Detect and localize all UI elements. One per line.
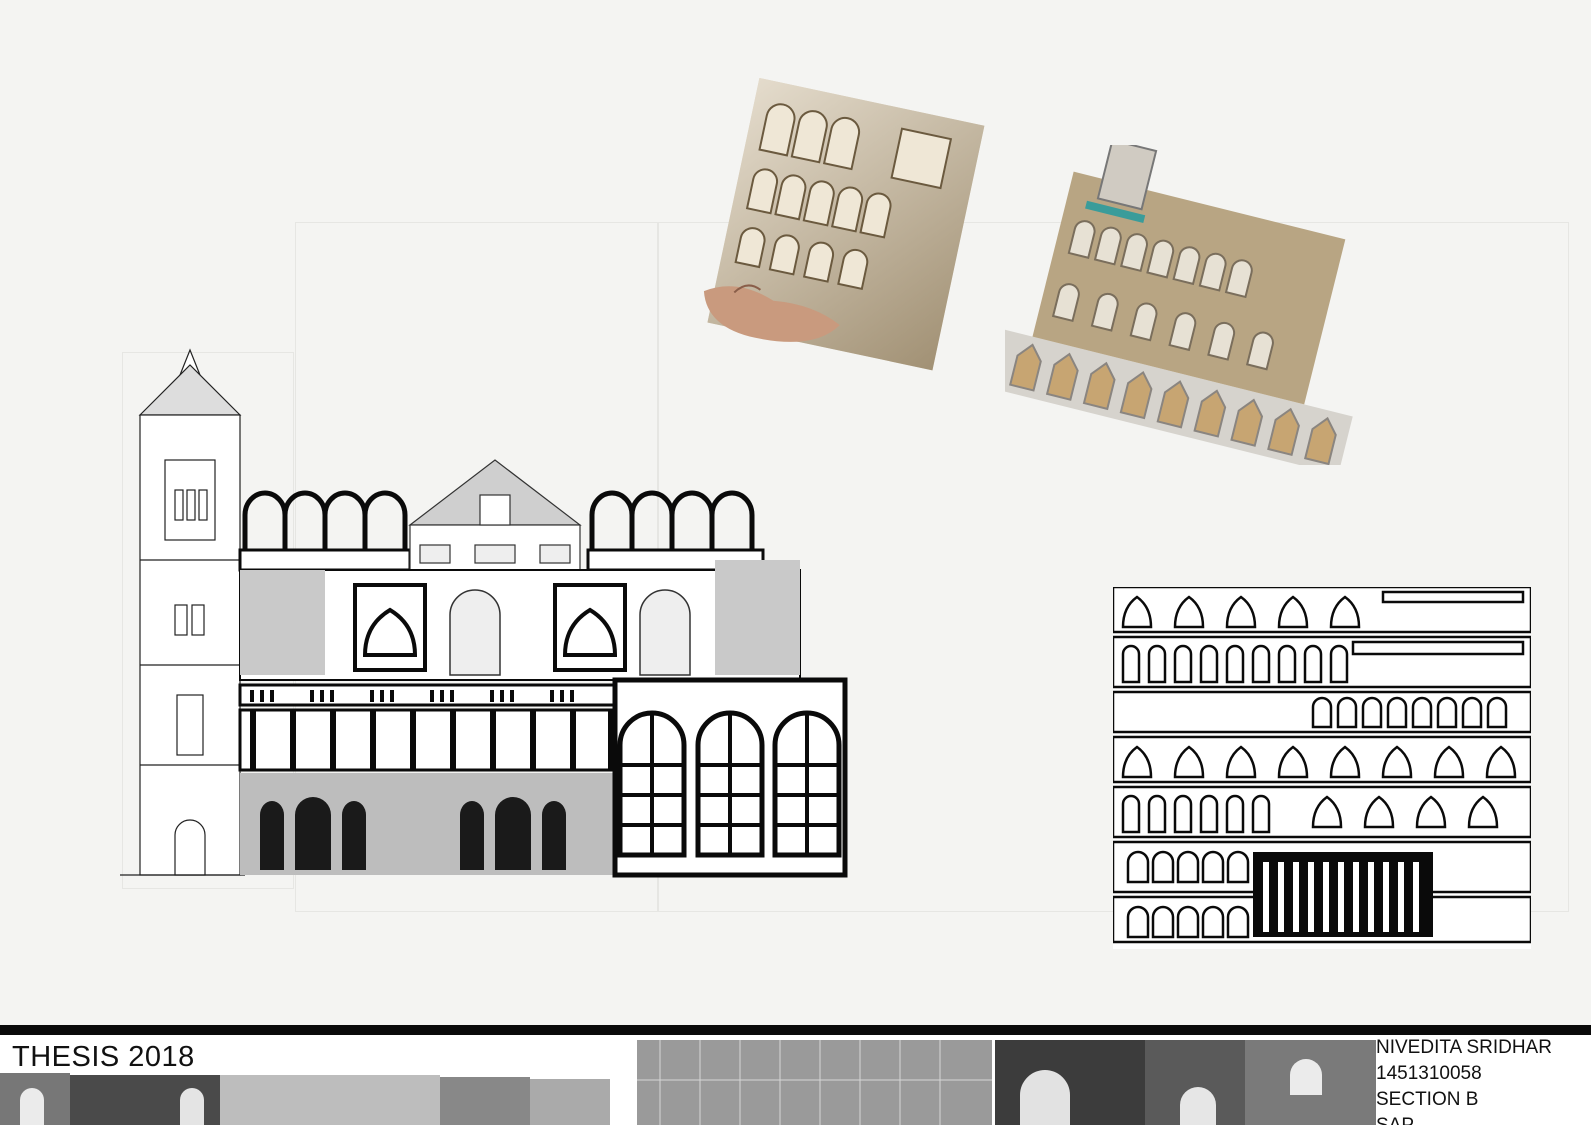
footer-facade-strip (0, 1035, 1376, 1125)
facade-pattern-study (1113, 587, 1531, 949)
section-label: SECTION B (1376, 1089, 1479, 1110)
model-photo-2 (1005, 145, 1380, 465)
footer-strip: THESIS 2018 NIVEDITA SRIDHAR 1451310058 … (0, 1035, 1591, 1125)
tower (120, 348, 245, 876)
student-id: 1451310058 (1376, 1063, 1482, 1084)
thesis-title: THESIS 2018 (12, 1041, 195, 1073)
footer-divider (0, 1025, 1591, 1035)
model-photo-1 (690, 78, 990, 378)
author-info: NIVEDITA SRIDHAR 1451310058 SECTION B SA… (1376, 1035, 1591, 1125)
author-name: NIVEDITA SRIDHAR (1376, 1037, 1552, 1058)
extra-line: SAP (1376, 1113, 1591, 1125)
elevation-drawing (120, 345, 860, 885)
